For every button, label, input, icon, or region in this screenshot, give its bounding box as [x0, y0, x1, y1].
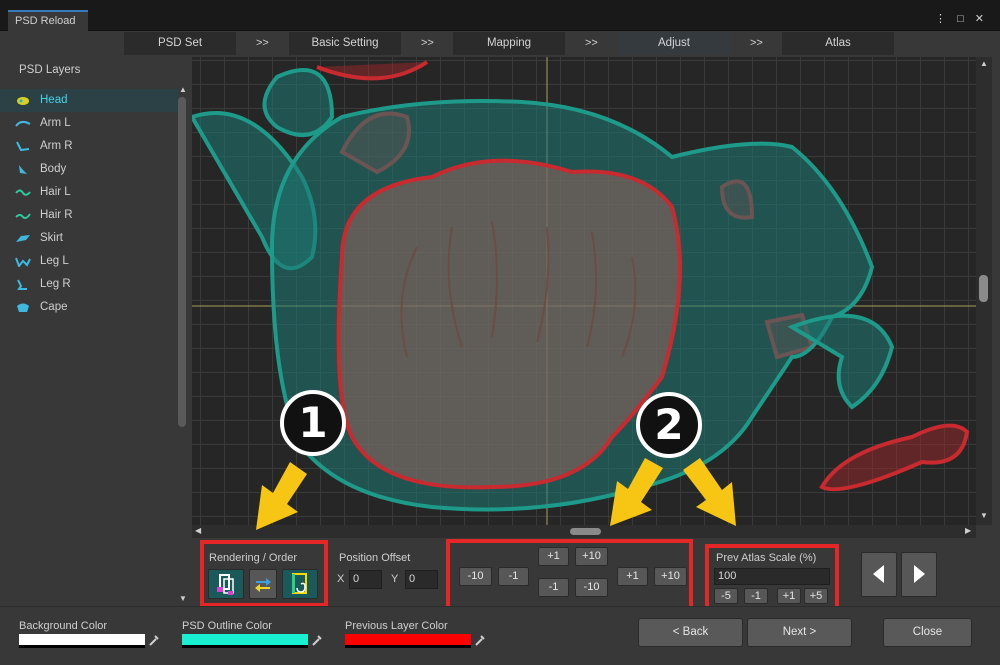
psd-reload-window: PSD Reload ⋮ □ ✕ PSD Set >> Basic Settin… — [0, 0, 1000, 665]
annotation-arrows — [256, 458, 736, 530]
yellow-arrow-icon — [256, 462, 307, 530]
yellow-arrow-icon — [610, 458, 663, 526]
yellow-arrow-icon — [683, 458, 736, 526]
